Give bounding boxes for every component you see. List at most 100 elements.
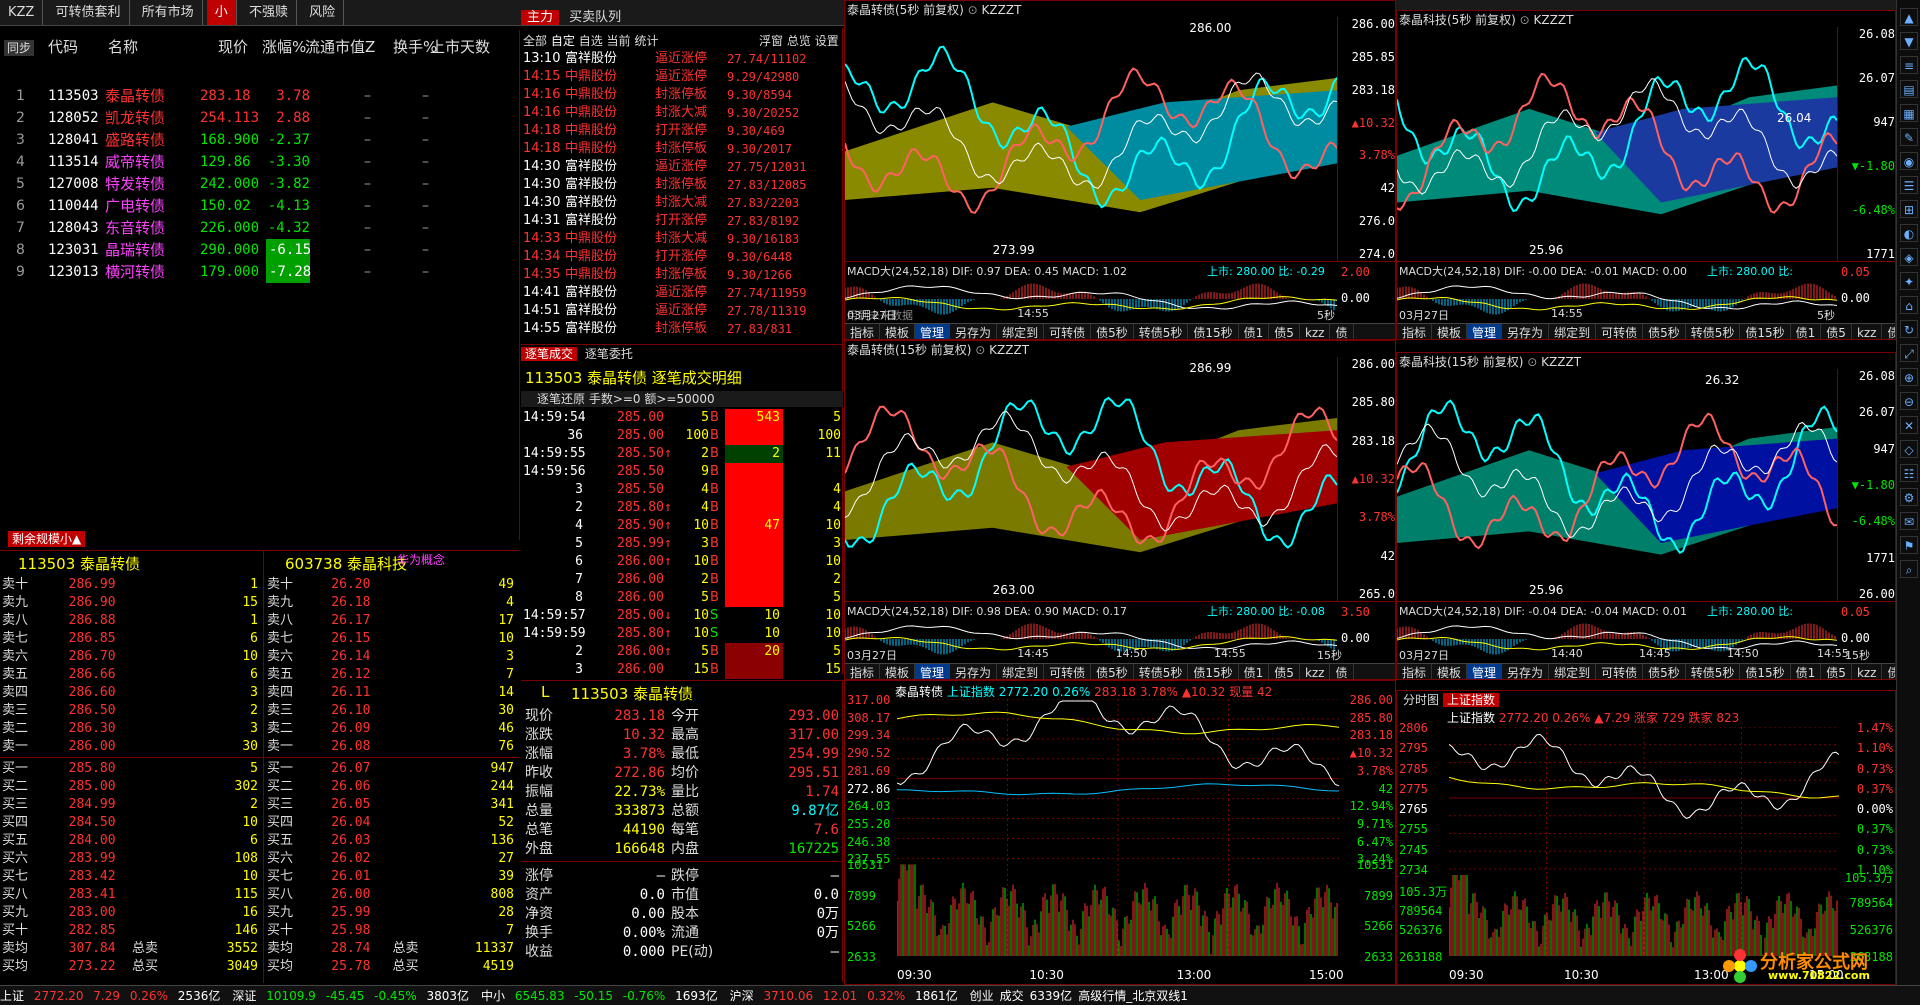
sync-button[interactable]: 同步 [4, 40, 35, 56]
strip-tool-icon[interactable]: ⚙ [1900, 488, 1918, 506]
quote-row[interactable]: 1 113503 泰晶转债 283.18 3.78 – – [0, 85, 520, 107]
chart-toolbar-item[interactable]: 模板 [1432, 324, 1468, 339]
status-index[interactable]: 深证 10109.9 -45.45 -0.45% 3803亿 [232, 989, 475, 1003]
quote-row[interactable]: 3 128041 盛路转债 168.900 -2.37 – – [0, 129, 520, 151]
alert-row[interactable]: 14:16 中鼎股份 封涨停板 9.30/8594 [521, 86, 843, 104]
chart-toolbar-item[interactable]: kzz [1852, 664, 1883, 679]
ask-level[interactable]: 卖四 286.60 3 [0, 685, 264, 701]
kline-chart-c2[interactable]: 泰晶科技(5秒 前复权) ⊙ KZZZT 25.96 26.08 26.07 947 ▼-… [1396, 10, 1896, 340]
tab-trade-ticks[interactable]: 逐笔成交 [521, 347, 578, 361]
alert-row[interactable]: 14:31 富祥股份 打开涨停 27.83/8192 [521, 212, 843, 230]
chart-toolbar-item[interactable]: 债15秒 [1188, 664, 1239, 679]
chart-toolbar-item[interactable]: 转债5秒 [1686, 664, 1741, 679]
chart-toolbar-item[interactable]: 债5秒 [1091, 664, 1134, 679]
strip-tool-icon[interactable]: ⊞ [1900, 200, 1918, 218]
chart-toolbar-item[interactable]: 债5秒 [1643, 664, 1686, 679]
chart-toolbar-item[interactable]: 债5 [1821, 324, 1852, 339]
chart-toolbar-item[interactable]: 债1 [1239, 664, 1270, 679]
alert-row[interactable]: 14:33 中鼎股份 封涨大减 9.30/16183 [521, 230, 843, 248]
chart-toolbar-item[interactable]: 管理 [915, 664, 951, 679]
quote-row[interactable]: 7 128043 东音转债 226.000 -4.32 – – [0, 217, 520, 239]
bid-level[interactable]: 买九 25.99 28 [265, 905, 520, 921]
chart-toolbar-item[interactable]: 另存为 [950, 664, 998, 679]
ask-level[interactable]: 卖四 26.11 14 [265, 685, 520, 701]
strip-tool-icon[interactable]: ✉ [1900, 512, 1918, 530]
tab-timeshare[interactable]: 分时图 [1399, 693, 1443, 707]
ask-level[interactable]: 卖七 26.15 10 [265, 631, 520, 647]
ask-level[interactable]: 卖八 286.88 1 [0, 613, 264, 629]
ask-level[interactable]: 卖一 26.08 76 [265, 739, 520, 755]
ask-level[interactable]: 卖六 286.70 10 [0, 649, 264, 665]
bid-level[interactable]: 买六 283.99 108 [0, 851, 264, 867]
kline-chart-c1[interactable]: 泰晶转债(5秒 前复权) ⊙ KZZZT 286.00 273.99 286.00 28… [844, 0, 1396, 340]
chart-toolbar-item[interactable]: 模板 [880, 324, 916, 339]
chart-toolbar-item[interactable]: 另存为 [1502, 324, 1550, 339]
ask-level[interactable]: 卖三 26.10 30 [265, 703, 520, 719]
chart-toolbar-item[interactable]: 绑定到 [997, 664, 1045, 679]
quote-row[interactable]: 2 128052 凯龙转债 254.113 2.88 – – [0, 107, 520, 129]
bid-level[interactable]: 买七 26.01 39 [265, 869, 520, 885]
chart-toolbar-item[interactable]: 转债5秒 [1686, 324, 1741, 339]
alerts-overview[interactable]: 总览 [787, 34, 811, 48]
status-index[interactable]: 上证 2772.20 7.29 0.26% 2536亿 [0, 989, 226, 1003]
col-price[interactable]: 现价 [218, 36, 248, 58]
chart-toolbar-item[interactable]: 管理 [1467, 664, 1503, 679]
quote-row[interactable]: 6 110044 广电转债 150.02 -4.13 – – [0, 195, 520, 217]
chart-toolbar-item[interactable]: 转债5秒 [1134, 664, 1189, 679]
chart-toolbar-item[interactable]: 模板 [880, 664, 916, 679]
ask-level[interactable]: 卖十 286.99 1 [0, 577, 264, 593]
chart-toolbar-item[interactable]: 指标 [1397, 664, 1433, 679]
strip-tool-icon[interactable]: ▤ [1900, 80, 1918, 98]
concept-tag[interactable]: 华为概念 [397, 551, 445, 568]
bid-level[interactable]: 买五 26.03 136 [265, 833, 520, 849]
chart-toolbar-item[interactable]: 可转债 [1596, 324, 1644, 339]
ask-level[interactable]: 卖二 286.30 3 [0, 721, 264, 737]
bid-level[interactable]: 买二 285.00 302 [0, 779, 264, 795]
chart-toolbar-item[interactable]: 绑定到 [997, 324, 1045, 339]
alerts-float-window[interactable]: 浮窗 [759, 34, 783, 48]
alerts-tab-stats[interactable]: 统计 [634, 34, 658, 48]
ask-level[interactable]: 卖十 26.20 49 [265, 577, 520, 593]
chart-toolbar-item[interactable]: 债1 [1791, 664, 1822, 679]
chart-toolbar-item[interactable]: 债5 [1269, 324, 1300, 339]
alerts-tab-custom[interactable]: 自定 [551, 34, 575, 48]
alerts-tab-all[interactable]: 全部 [523, 34, 547, 48]
alert-row[interactable]: 14:51 富祥股份 逼近涨停 27.78/11319 [521, 302, 843, 320]
orderbook-left-title[interactable]: 113503 泰晶转债 [18, 553, 140, 574]
tab-risk[interactable]: 风险 [301, 0, 345, 25]
strip-tool-icon[interactable]: ▼ [1900, 32, 1918, 50]
bid-level[interactable]: 买七 283.42 10 [0, 869, 264, 885]
bid-level[interactable]: 买四 284.50 10 [0, 815, 264, 831]
chart-toolbar-item[interactable]: kzz [1300, 324, 1331, 339]
chart-toolbar-item[interactable]: 指标 [1397, 324, 1433, 339]
strip-tool-icon[interactable]: ↻ [1900, 320, 1918, 338]
chart-toolbar-item[interactable]: 债15秒 [1740, 664, 1791, 679]
chart-toolbar-item[interactable]: 管理 [1467, 324, 1503, 339]
tab-arbitrage[interactable]: 可转债套利 [47, 0, 130, 25]
chart-toolbar-item[interactable]: 可转债 [1044, 324, 1092, 339]
chart-toolbar-item[interactable]: 债5 [1269, 664, 1300, 679]
chart-toolbar-item[interactable]: 债 [1330, 664, 1354, 679]
ask-level[interactable]: 卖九 286.90 15 [0, 595, 264, 611]
ask-level[interactable]: 卖二 26.09 46 [265, 721, 520, 737]
chart-toolbar-item[interactable]: 债 [1330, 324, 1354, 339]
strip-tool-icon[interactable]: ⊕ [1900, 368, 1918, 386]
quote-row[interactable]: 5 127008 特发转债 242.000 -3.82 – – [0, 173, 520, 195]
bid-level[interactable]: 买十 282.85 146 [0, 923, 264, 939]
ask-level[interactable]: 卖六 26.14 3 [265, 649, 520, 665]
chart-toolbar-item[interactable]: 债1 [1791, 324, 1822, 339]
tab-buy-sell-queue[interactable]: 买卖队列 [563, 10, 627, 25]
alert-row[interactable]: 13:10 富祥股份 逼近涨停 27.74/11102 [521, 50, 843, 68]
chart-toolbar-item[interactable]: kzz [1300, 664, 1331, 679]
alert-row[interactable]: 14:35 中鼎股份 封涨停板 9.30/1266 [521, 266, 843, 284]
bid-level[interactable]: 买十 25.98 7 [265, 923, 520, 939]
ask-level[interactable]: 卖一 286.00 30 [0, 739, 264, 755]
chart-toolbar-item[interactable]: 绑定到 [1549, 324, 1597, 339]
ask-level[interactable]: 卖三 286.50 2 [0, 703, 264, 719]
strip-tool-icon[interactable]: ✦ [1900, 272, 1918, 290]
strip-tool-icon[interactable]: ✎ [1900, 128, 1918, 146]
strip-tool-icon[interactable]: ▲ [1900, 8, 1918, 26]
bid-level[interactable]: 买一 26.07 947 [265, 761, 520, 777]
alert-row[interactable]: 14:30 富祥股份 逼近涨停 27.75/12031 [521, 158, 843, 176]
alerts-tab-current[interactable]: 当前 [607, 34, 631, 48]
